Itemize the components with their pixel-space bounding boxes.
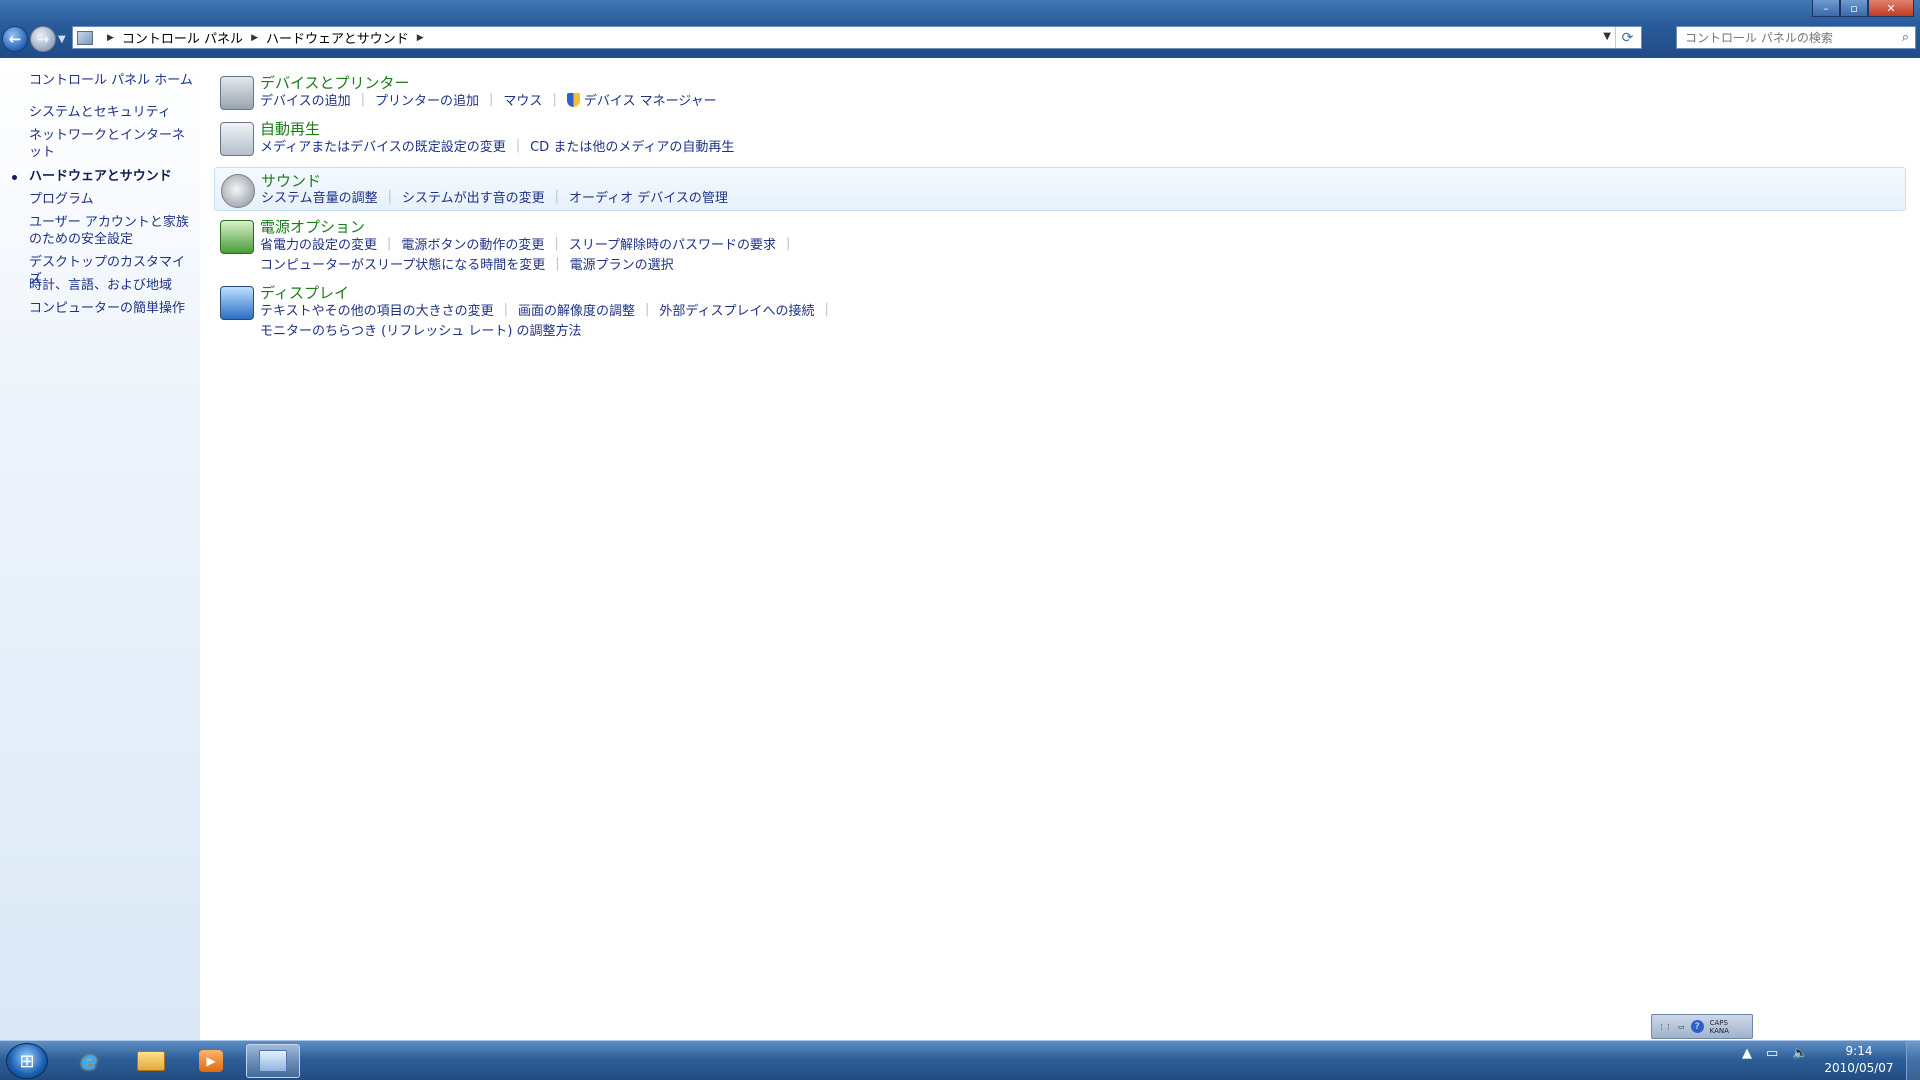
printer-icon[interactable] bbox=[220, 76, 254, 110]
link-mouse[interactable]: マウス bbox=[503, 90, 542, 109]
nav-system-security[interactable]: システムとセキュリティ bbox=[29, 104, 194, 121]
nav-network-internet[interactable]: ネットワークとインターネット bbox=[29, 127, 194, 161]
search-box[interactable]: ⌕ bbox=[1676, 26, 1916, 49]
system-tray: ▲ ▭ 🔈 bbox=[1742, 1046, 1808, 1061]
category-links: システム音量の調整 | システムが出す音の変更 | オーディオ デバイスの管理 bbox=[261, 187, 728, 206]
taskbar-clock[interactable]: 9:14 2010/05/07 bbox=[1818, 1043, 1900, 1077]
category-devices-printers: デバイスとプリンター デバイスの追加 | プリンターの追加 | マウス | デバ… bbox=[214, 70, 1906, 114]
nav-clock-language-region[interactable]: 時計、言語、および地域 bbox=[29, 277, 194, 294]
link-refresh-rate[interactable]: モニターのちらつき (リフレッシュ レート) の調整方法 bbox=[260, 320, 582, 339]
minimize-button[interactable]: – bbox=[1812, 0, 1840, 17]
address-bar[interactable]: ▶ コントロール パネル ▶ ハードウェアとサウンド ▶ ▼ ⟳ bbox=[72, 26, 1642, 49]
breadcrumb-hardware-sound[interactable]: ハードウェアとサウンド bbox=[266, 28, 409, 47]
internet-explorer-button[interactable]: e bbox=[62, 1044, 116, 1078]
category-links: デバイスの追加 | プリンターの追加 | マウス | デバイス マネージャー bbox=[260, 90, 717, 109]
start-button[interactable]: ⊞ bbox=[6, 1043, 48, 1079]
show-hidden-icons-icon[interactable]: ▲ bbox=[1742, 1046, 1752, 1061]
category-sound: サウンド システム音量の調整 | システムが出す音の変更 | オーディオ デバイ… bbox=[214, 167, 1906, 211]
clock-time: 9:14 bbox=[1845, 1044, 1873, 1058]
media-player-button[interactable]: ▶ bbox=[184, 1044, 238, 1078]
chevron-right-icon[interactable]: ▶ bbox=[107, 33, 114, 43]
left-navigation-pane: コントロール パネル ホーム システムとセキュリティ ネットワークとインターネッ… bbox=[0, 58, 200, 1040]
ime-caps-indicator: CAPS bbox=[1709, 1018, 1728, 1027]
link-screen-resolution[interactable]: 画面の解像度の調整 bbox=[518, 300, 635, 319]
ime-help-icon[interactable]: ? bbox=[1690, 1020, 1704, 1033]
ime-grip-icon[interactable]: ⋮⋮ bbox=[1658, 1023, 1672, 1031]
category-links: テキストやその他の項目の大きさの変更 | 画面の解像度の調整 | 外部ディスプレ… bbox=[260, 300, 829, 319]
forward-button[interactable]: → bbox=[30, 26, 56, 52]
taskbar: ⊞ e ▶ bbox=[0, 1040, 1920, 1080]
chevron-right-icon[interactable]: ▶ bbox=[251, 33, 258, 43]
nav-control-panel-home[interactable]: コントロール パネル ホーム bbox=[29, 72, 194, 89]
power-options-icon[interactable] bbox=[220, 220, 254, 254]
category-display: ディスプレイ テキストやその他の項目の大きさの変更 | 画面の解像度の調整 | … bbox=[214, 280, 1906, 344]
link-device-manager[interactable]: デバイス マネージャー bbox=[584, 90, 717, 109]
nav-ease-of-access[interactable]: コンピューターの簡単操作 bbox=[29, 300, 194, 317]
link-choose-power-plan[interactable]: 電源プランの選択 bbox=[570, 254, 674, 273]
network-icon[interactable]: ▭ bbox=[1766, 1046, 1778, 1061]
address-dropdown-icon[interactable]: ▼ bbox=[1603, 31, 1611, 42]
autoplay-icon[interactable] bbox=[220, 122, 254, 156]
window-controls: – ▫ ✕ bbox=[1812, 0, 1914, 17]
show-desktop-button[interactable] bbox=[1906, 1041, 1920, 1080]
volume-icon[interactable]: 🔈 bbox=[1792, 1046, 1808, 1061]
display-icon[interactable] bbox=[220, 286, 254, 320]
windows-explorer-button[interactable] bbox=[124, 1044, 178, 1078]
link-change-sleep-time[interactable]: コンピューターがスリープ状態になる時間を変更 bbox=[260, 254, 545, 273]
search-input[interactable] bbox=[1685, 30, 1885, 45]
control-panel-icon bbox=[259, 1050, 287, 1072]
back-button[interactable]: ← bbox=[2, 26, 28, 52]
link-autoplay-cd[interactable]: CD または他のメディアの自動再生 bbox=[530, 136, 734, 155]
link-add-printer[interactable]: プリンターの追加 bbox=[375, 90, 479, 109]
category-power-options: 電源オプション 省電力の設定の変更 | 電源ボタンの動作の変更 | スリープ解除… bbox=[214, 214, 1906, 278]
link-change-system-sounds[interactable]: システムが出す音の変更 bbox=[402, 187, 545, 206]
link-power-button-action[interactable]: 電源ボタンの動作の変更 bbox=[401, 234, 544, 253]
current-item-bullet-icon bbox=[12, 175, 17, 180]
nav-user-accounts[interactable]: ユーザー アカウントと家族のための安全設定 bbox=[29, 214, 194, 248]
search-icon[interactable]: ⌕ bbox=[1902, 30, 1909, 45]
ime-kana-indicator: KANA bbox=[1709, 1026, 1729, 1035]
ime-language-bar[interactable]: ⋮⋮ ▭ ? CAPS KANA bbox=[1651, 1014, 1753, 1039]
nav-hardware-sound[interactable]: ハードウェアとサウンド bbox=[29, 168, 194, 185]
category-links: 省電力の設定の変更 | 電源ボタンの動作の変更 | スリープ解除時のパスワードの… bbox=[260, 234, 791, 253]
media-player-icon: ▶ bbox=[199, 1050, 223, 1072]
link-change-media-defaults[interactable]: メディアまたはデバイスの既定設定の変更 bbox=[260, 136, 506, 155]
category-links-row2: コンピューターがスリープ状態になる時間を変更 | 電源プランの選択 bbox=[260, 254, 674, 273]
title-bar: – ▫ ✕ ← → ▼ ▶ コントロール パネル ▶ ハードウェアとサウンド ▶… bbox=[0, 0, 1920, 58]
link-add-device[interactable]: デバイスの追加 bbox=[260, 90, 351, 109]
clock-date: 2010/05/07 bbox=[1824, 1061, 1894, 1075]
main-content: デバイスとプリンター デバイスの追加 | プリンターの追加 | マウス | デバ… bbox=[200, 58, 1920, 1040]
close-button[interactable]: ✕ bbox=[1868, 0, 1914, 17]
ime-keyboard-icon[interactable]: ▭ bbox=[1678, 1023, 1685, 1031]
nav-programs[interactable]: プログラム bbox=[29, 191, 194, 208]
category-autoplay: 自動再生 メディアまたはデバイスの既定設定の変更 | CD または他のメディアの… bbox=[214, 116, 1906, 160]
category-links: メディアまたはデバイスの既定設定の変更 | CD または他のメディアの自動再生 bbox=[260, 136, 735, 155]
breadcrumb-control-panel[interactable]: コントロール パネル bbox=[122, 28, 243, 47]
link-connect-external-display[interactable]: 外部ディスプレイへの接続 bbox=[659, 300, 814, 319]
link-adjust-volume[interactable]: システム音量の調整 bbox=[261, 187, 378, 206]
folder-icon bbox=[137, 1051, 165, 1071]
internet-explorer-icon: e bbox=[80, 1047, 98, 1075]
speaker-icon[interactable] bbox=[221, 174, 255, 208]
link-require-password-wake[interactable]: スリープ解除時のパスワードの要求 bbox=[569, 234, 776, 253]
link-manage-audio-devices[interactable]: オーディオ デバイスの管理 bbox=[569, 187, 728, 206]
control-panel-icon bbox=[77, 30, 93, 45]
link-text-size[interactable]: テキストやその他の項目の大きさの変更 bbox=[260, 300, 494, 319]
link-change-power-settings[interactable]: 省電力の設定の変更 bbox=[260, 234, 377, 253]
recent-pages-dropdown-icon[interactable]: ▼ bbox=[58, 34, 66, 45]
refresh-icon[interactable]: ⟳ bbox=[1615, 27, 1639, 48]
control-panel-taskbar-button[interactable] bbox=[246, 1044, 300, 1078]
maximize-button[interactable]: ▫ bbox=[1840, 0, 1868, 17]
category-links-row2: モニターのちらつき (リフレッシュ レート) の調整方法 bbox=[260, 320, 582, 339]
uac-shield-icon bbox=[566, 92, 580, 107]
chevron-right-icon[interactable]: ▶ bbox=[417, 33, 424, 43]
